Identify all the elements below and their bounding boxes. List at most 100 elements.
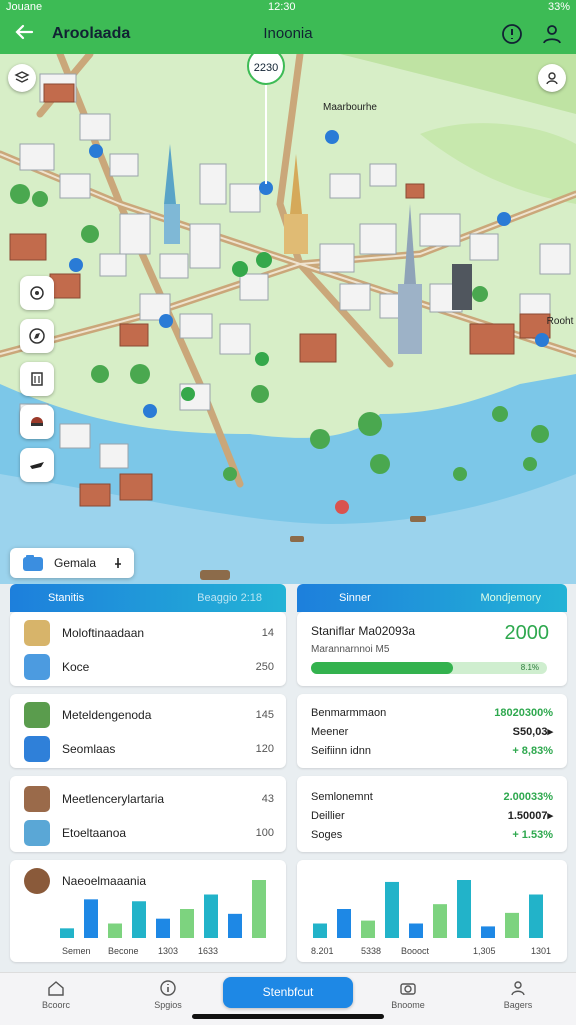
chart-bar [361,920,375,938]
summary-panel-header: Sinner Mondjemory [297,584,567,612]
primary-action-button[interactable]: Stenbfcut [223,977,353,1008]
map-pin-label: 2230 [254,62,278,74]
nav-item-label: Bnoome [391,1000,425,1010]
info-icon [160,980,176,996]
bar-caption: 1633 [198,946,219,956]
list-card-sub: Koce [62,660,90,674]
nav-item-info[interactable]: Spgios [132,979,204,1010]
back-arrow-icon[interactable] [10,20,38,48]
layers-icon [14,71,30,83]
chart-bar [433,904,447,938]
tool-compass[interactable] [20,319,54,353]
stadium-icon [24,654,50,680]
airplane-icon [30,462,44,469]
pin-icon [115,558,121,568]
profile-icon[interactable] [540,22,564,46]
metric-card[interactable]: Semlonemnt 2.00033% Deillier 1.50007▸ Soge… [297,776,567,852]
bar-chart-right [313,880,543,938]
user-icon [546,72,558,85]
alert-icon[interactable] [500,22,524,46]
stats-panel-title: Stanitis [48,592,85,604]
status-bar: Jouane 12:30 33% [0,0,576,14]
list-card-title-value: 14 [261,627,274,639]
progress-track: 8.1% [311,662,547,674]
list-card-sub-value: 100 [255,827,274,839]
list-card[interactable]: Meetlencerylartaria 43 Etoeltaanoa 100 [10,776,286,852]
metric-label: Soges [311,829,343,841]
chart-bar [529,894,543,938]
top-app-bar: Aroolaada Inoonia [0,14,576,54]
summary-panel-meta: Mondjemory [480,592,541,604]
list-card[interactable]: Moloftinaadaan 14 Koce 250 [10,612,286,686]
nav-item-profile[interactable]: Bagers [482,979,554,1010]
metric-label: Deillier [311,810,345,822]
progress-stat-card[interactable]: Staniflar Ma02093a 2000 Marannarnnoi M5 … [297,612,567,686]
nav-item-camera[interactable]: Bnoome [372,979,444,1010]
tool-food[interactable] [20,405,54,439]
nav-item-label: Bcoorc [41,1000,70,1010]
metric-value: S50,03▸ [512,726,553,738]
chart-bar [108,923,122,938]
summary-panel-title: Sinner [339,592,371,604]
list-card-sub: Etoeltaanoa [62,826,127,840]
bar-caption: Semen [62,946,91,956]
progress-label: Marannarnnoi M5 [311,644,390,655]
home-indicator [192,1014,384,1019]
chart-bar [204,894,218,938]
metric-card[interactable]: Benmarmmaon 18020300% Meener S50,03▸ Seifi… [297,694,567,768]
region-chip-label: Gemala [54,556,97,570]
chart-bar [409,923,423,938]
chart-bar [457,880,471,938]
map-label-district: Rooht [547,316,574,327]
bar-caption: 1,305 [473,946,496,956]
bar-chart-card[interactable]: 8.201 5338 Boooct 1,305 1301 [297,860,567,962]
metric-value: 18020300% [494,707,553,719]
tool-flights[interactable] [20,448,54,482]
map-layers-button[interactable] [8,64,36,92]
metric-value: + 1.53% [512,829,553,841]
chart-bar [313,923,327,938]
list-card-title: Moloftinaadaan [62,626,145,640]
stats-panel-header: Stanitis Beaggio 2:18 [10,584,286,612]
map-toolbar [20,276,54,491]
profile-icon [511,981,525,996]
region-chip[interactable]: Gemala [10,548,134,578]
metric-label: Benmarmmaon [311,707,387,719]
bar-chart-left [60,880,266,938]
list-card-title: Meteldengenoda [62,708,152,722]
tool-buildings[interactable] [20,362,54,396]
list-card-sub-value: 250 [255,661,274,673]
stat-card-title: Staniflar Ma02093a [311,624,416,638]
chart-bar [180,909,194,938]
battery-level: 33% [547,1,570,13]
metric-label: Meener [311,726,349,738]
stats-panel-meta: Beaggio 2:18 [197,592,262,604]
map-folder-icon [23,555,43,571]
bar-caption: 8.201 [311,946,334,956]
chart-bar [252,880,266,938]
home-icon [48,981,64,996]
bar-caption: 1303 [158,946,179,956]
park-icon [24,702,50,728]
nav-item-home[interactable]: Bcoorc [20,979,92,1010]
metric-value: 1.50007▸ [507,810,553,822]
gallery-icon [24,786,50,812]
tool-recenter[interactable] [20,276,54,310]
clock: 12:30 [268,1,296,13]
document-icon [24,736,50,762]
metric-value: 2.00033% [503,791,553,803]
bar-chart-card[interactable]: Naeoelmaaania Semen Becone 1303 1633 [10,860,286,962]
map-canvas[interactable]: 2230 Maarbourhe Rooht [0,54,576,584]
compass-icon [29,328,45,344]
camera-icon [400,983,416,995]
list-card-title-value: 145 [255,709,274,721]
chart-bar [156,918,170,938]
list-card[interactable]: Meteldengenoda 145 Seomlaas 120 [10,694,286,768]
ticket-icon [24,820,50,846]
city-map[interactable]: 2230 Maarbourhe Rooht [0,54,576,584]
progress-fill [311,662,453,674]
chart-bar [505,912,519,938]
carrier-label: Jouane [6,1,43,13]
map-account-button[interactable] [538,64,566,92]
metric-value: + 8,83% [512,745,553,757]
